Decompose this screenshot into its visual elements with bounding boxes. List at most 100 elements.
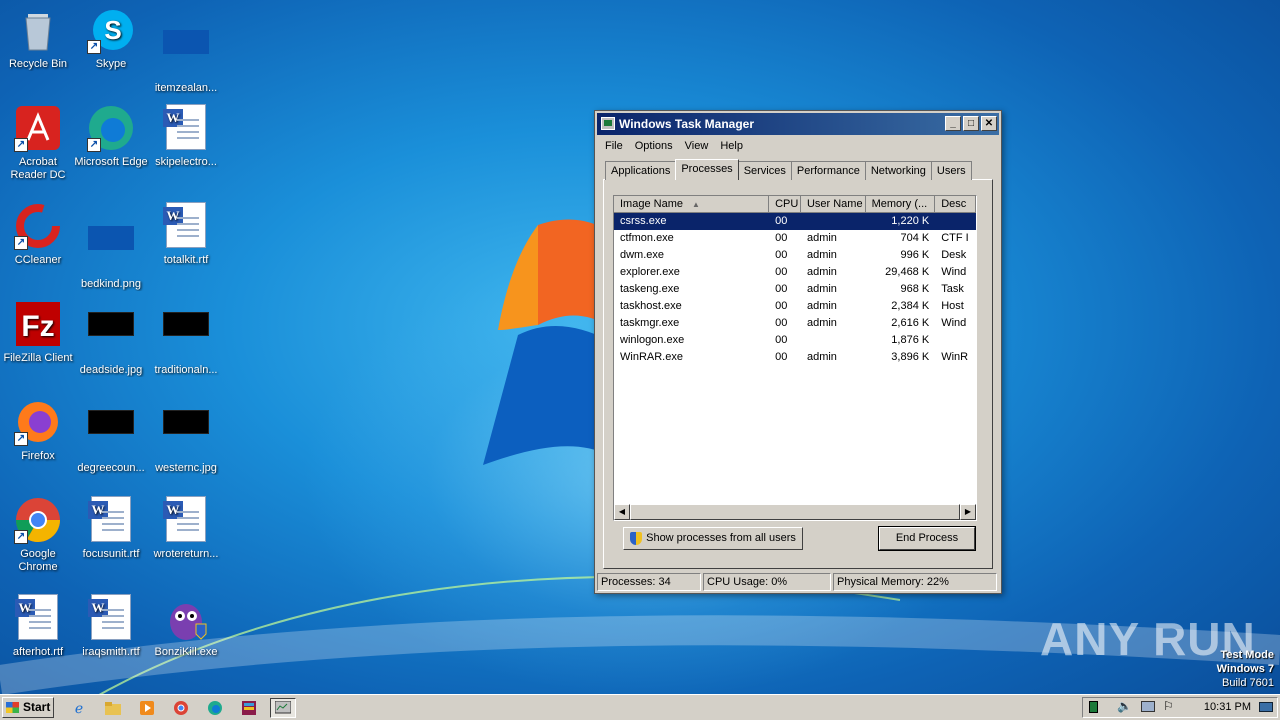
word-document-icon: W	[87, 594, 135, 642]
shortcut-arrow-icon: ↗	[14, 236, 28, 250]
edge-icon: ↗	[87, 104, 135, 152]
word-document-icon: W	[162, 496, 210, 544]
table-row[interactable]: WinRAR.exe 00 admin 3,896 K WinR	[614, 349, 976, 366]
process-list[interactable]: Image Name ▲ CPU User Name Memory (... D…	[613, 195, 977, 521]
task-manager-icon	[601, 117, 615, 130]
table-row[interactable]: taskhost.exe 00 admin 2,384 K Host	[614, 298, 976, 315]
status-bar: Processes: 34 CPU Usage: 0% Physical Mem…	[597, 573, 999, 591]
desktop-icon-bonzikill[interactable]: BonziKill.exe	[148, 594, 224, 659]
file-explorer-icon[interactable]	[102, 698, 124, 718]
tab-networking[interactable]: Networking	[864, 161, 932, 180]
image-file-icon	[162, 30, 210, 78]
scroll-left-arrow-icon[interactable]: ◀	[614, 504, 630, 520]
bonzi-gorilla-icon	[162, 594, 210, 642]
desktop-icon-skype[interactable]: S ↗ Skype	[73, 6, 149, 71]
start-button[interactable]: Start	[2, 697, 54, 718]
acrobat-icon: ↗	[14, 104, 62, 152]
tab-strip: Applications Processes Services Performa…	[605, 159, 972, 180]
speaker-icon[interactable]: 🔈	[1117, 699, 1132, 713]
desktop-icon-skipelectro[interactable]: W skipelectro...	[148, 104, 224, 169]
skype-icon: S ↗	[87, 6, 135, 54]
desktop-icon-degreecoun[interactable]: degreecoun...	[73, 398, 149, 475]
horizontal-scrollbar[interactable]: ◀ ▶	[614, 504, 976, 520]
desktop-icon-wrotereturn[interactable]: W wrotereturn...	[148, 496, 224, 561]
column-image-name[interactable]: Image Name ▲	[614, 196, 770, 212]
system-tray: 🔈 ⚐ 10:31 PM	[1082, 697, 1278, 718]
end-process-button[interactable]: End Process	[878, 526, 976, 551]
tab-users[interactable]: Users	[930, 161, 972, 180]
desktop-icon-recycle-bin[interactable]: Recycle Bin	[0, 6, 76, 71]
desktop-icon-focusunit[interactable]: W focusunit.rtf	[73, 496, 149, 561]
media-player-icon[interactable]	[136, 698, 158, 718]
tab-services[interactable]: Services	[737, 161, 792, 180]
show-all-users-button[interactable]: Show processes from all users	[623, 527, 803, 550]
desktop-icon-edge[interactable]: ↗ Microsoft Edge	[73, 104, 149, 169]
desktop-icon-ccleaner[interactable]: ↗ CCleaner	[0, 202, 76, 267]
desktop-icon-chrome[interactable]: ↗ Google Chrome	[0, 496, 76, 574]
menu-view[interactable]: View	[679, 137, 715, 155]
maximize-button[interactable]: □	[963, 116, 979, 131]
svg-text:Fz: Fz	[21, 310, 54, 343]
desktop-icon-filezilla[interactable]: Fz FileZilla Client	[0, 300, 76, 365]
display-icon[interactable]	[1141, 701, 1155, 712]
taskbar: Start ℯ 🔈 ⚐ 10:31 PM	[0, 694, 1280, 720]
title-bar[interactable]: Windows Task Manager _ □ ✕	[597, 113, 999, 135]
sort-ascending-icon: ▲	[692, 200, 700, 209]
table-row[interactable]: taskeng.exe 00 admin 968 K Task	[614, 281, 976, 298]
scroll-right-arrow-icon[interactable]: ▶	[960, 504, 976, 520]
task-manager-window[interactable]: Windows Task Manager _ □ ✕ File Options …	[594, 110, 1002, 594]
desktop-icon-acrobat[interactable]: ↗ Acrobat Reader DC	[0, 104, 76, 182]
chrome-taskbar-icon[interactable]	[170, 698, 192, 718]
word-document-icon: W	[162, 104, 210, 152]
table-row[interactable]: ctfmon.exe 00 admin 704 K CTF I	[614, 230, 976, 247]
column-cpu[interactable]: CPU	[769, 196, 801, 212]
shortcut-arrow-icon: ↗	[87, 138, 101, 152]
desktop-icon-itemzealan[interactable]: itemzealan...	[148, 6, 224, 95]
internet-explorer-icon[interactable]: ℯ	[68, 698, 90, 718]
table-row[interactable]: explorer.exe 00 admin 29,468 K Wind	[614, 264, 976, 281]
column-memory[interactable]: Memory (...	[866, 196, 936, 212]
desktop-icon-bedkind[interactable]: bedkind.png	[73, 202, 149, 291]
network-status-icon[interactable]	[1089, 701, 1098, 713]
edge-taskbar-icon[interactable]	[204, 698, 226, 718]
ccleaner-icon: ↗	[14, 202, 62, 250]
filezilla-icon: Fz	[14, 300, 62, 348]
tab-processes[interactable]: Processes	[675, 159, 739, 180]
minimize-button[interactable]: _	[945, 116, 961, 131]
status-memory: Physical Memory: 22%	[833, 573, 997, 591]
close-button[interactable]: ✕	[981, 116, 997, 131]
table-row[interactable]: dwm.exe 00 admin 996 K Desk	[614, 247, 976, 264]
menu-help[interactable]: Help	[714, 137, 749, 155]
word-document-icon: W	[87, 496, 135, 544]
menu-file[interactable]: File	[599, 137, 629, 155]
desktop-icon-traditionaln[interactable]: traditionaln...	[148, 300, 224, 377]
table-row[interactable]: taskmgr.exe 00 admin 2,616 K Wind	[614, 315, 976, 332]
column-user-name[interactable]: User Name	[801, 196, 866, 212]
svg-text:S: S	[104, 15, 121, 45]
image-file-icon	[162, 410, 210, 458]
tab-applications[interactable]: Applications	[605, 161, 677, 180]
desktop-icon-firefox[interactable]: ↗ Firefox	[0, 398, 76, 463]
table-row[interactable]: winlogon.exe 00 1,876 K	[614, 332, 976, 349]
desktop-icon-totalkit[interactable]: W totalkit.rtf	[148, 202, 224, 267]
desktop-icon-iraqsmith[interactable]: W iraqsmith.rtf	[73, 594, 149, 659]
show-desktop-icon[interactable]	[1259, 702, 1273, 712]
table-row[interactable]: csrss.exe 00 1,220 K	[614, 213, 976, 230]
image-file-icon	[87, 226, 135, 274]
desktop-icon-deadside[interactable]: deadside.jpg	[73, 300, 149, 377]
winrar-icon[interactable]	[238, 698, 260, 718]
desktop-icon-westernc[interactable]: westernc.jpg	[148, 398, 224, 475]
desktop-icon-afterhot[interactable]: W afterhot.rtf	[0, 594, 76, 659]
clock[interactable]: 10:31 PM	[1204, 701, 1251, 713]
tab-performance[interactable]: Performance	[790, 161, 866, 180]
uac-shield-icon	[630, 531, 643, 545]
process-list-header: Image Name ▲ CPU User Name Memory (... D…	[614, 196, 976, 213]
chrome-icon: ↗	[14, 496, 62, 544]
recycle-bin-icon	[14, 6, 62, 54]
column-description[interactable]: Desc	[935, 196, 976, 212]
scrollbar-thumb[interactable]	[630, 504, 960, 520]
menu-options[interactable]: Options	[629, 137, 679, 155]
task-manager-taskbar-icon[interactable]	[270, 698, 296, 718]
menu-bar: File Options View Help	[595, 137, 1001, 155]
action-center-flag-icon[interactable]: ⚐	[1163, 699, 1174, 713]
